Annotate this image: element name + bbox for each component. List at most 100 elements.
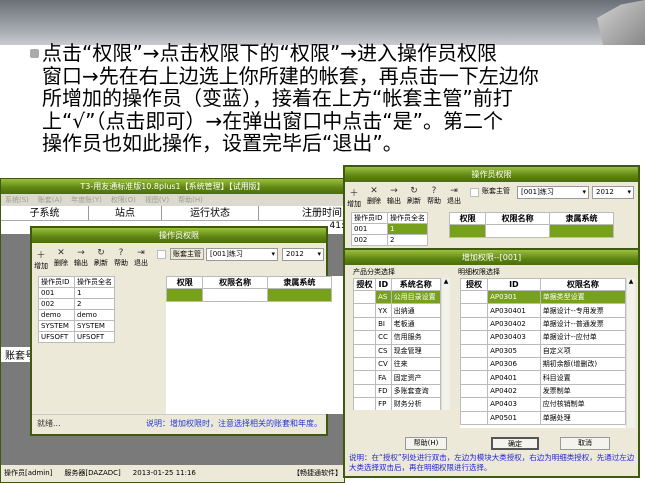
menu-item[interactable]: 帮助(H) [178, 196, 203, 204]
table-row[interactable]: 001 1 [38, 287, 115, 299]
list-item[interactable]: CV 往来 [353, 356, 442, 372]
help-button[interactable]: 帮助(H) [405, 437, 447, 450]
column-header[interactable]: 操作员ID [351, 212, 388, 224]
grant-cell[interactable] [460, 370, 489, 385]
grant-cell[interactable] [460, 356, 489, 372]
column-header[interactable]: 系统名称 [390, 278, 442, 291]
toolbar-help-button[interactable]: ? 帮助 [114, 248, 128, 271]
table-row[interactable]: 001 1 [351, 223, 428, 235]
table-row[interactable]: demo demo [38, 309, 115, 321]
list-item[interactable]: AP0301 单据类型设置 [460, 289, 627, 305]
cancel-button[interactable]: 取消 [560, 437, 610, 450]
grant-cell[interactable] [353, 356, 377, 372]
toolbar-add-button[interactable]: ＋增加 [34, 248, 48, 271]
table-row[interactable] [448, 224, 614, 238]
list-item[interactable]: AP030403 单据设计--应付单 [460, 330, 627, 345]
grant-cell[interactable] [353, 383, 377, 399]
list-item[interactable]: AP030401 单据设计--专用发票 [460, 303, 627, 318]
column-header[interactable]: 权限 [165, 276, 204, 289]
grant-cell[interactable] [353, 303, 377, 318]
column-header[interactable]: 授权 [353, 278, 377, 291]
ok-button[interactable]: 确定 [491, 437, 539, 450]
grant-cell[interactable] [460, 316, 489, 332]
grant-cell[interactable] [460, 343, 489, 358]
table-row[interactable]: UFSOFT UFSOFT [38, 331, 115, 343]
menu-item[interactable]: 年度账(Y) [71, 196, 102, 204]
menu-item[interactable]: 视图(V) [145, 196, 169, 204]
list-item[interactable]: AP0501 单据处理 [460, 410, 627, 425]
list-item[interactable]: BI 老板通 [353, 316, 442, 332]
column-header[interactable]: 授权 [460, 278, 489, 291]
table-row[interactable] [165, 288, 333, 302]
menu-item[interactable]: 权限(O) [111, 196, 136, 204]
menu-item[interactable]: 账套(A) [38, 196, 62, 204]
column-header[interactable]: 操作员全名 [387, 212, 428, 224]
table-row[interactable]: 002 2 [351, 234, 428, 246]
master-checkbox[interactable] [157, 250, 166, 259]
list-item[interactable]: YX 出纳通 [353, 303, 442, 318]
master-label[interactable]: 账套主管 [482, 186, 510, 196]
col-register-time[interactable]: 注册时间 [259, 206, 344, 220]
grant-cell[interactable] [353, 343, 377, 358]
table-row[interactable]: SYSTEM SYSTEM [38, 320, 115, 332]
toolbar-export-button[interactable]: → 输出 [387, 186, 401, 209]
toolbar-label: 输出 [387, 197, 401, 205]
list-item[interactable]: CS 现金管理 [353, 343, 442, 358]
grant-cell[interactable] [353, 316, 377, 332]
grant-cell[interactable] [353, 370, 377, 385]
toolbar-export-button[interactable]: → 输出 [74, 248, 88, 271]
list-item[interactable]: AS 公用目录设置 [353, 289, 442, 305]
toolbar-delete-button[interactable]: ✕ 删除 [54, 248, 68, 271]
list-item[interactable]: AP0401 科目设置 [460, 370, 627, 385]
detail-scrollbar[interactable]: ▲ [626, 278, 635, 428]
column-header[interactable]: ID [375, 278, 392, 291]
toolbar-exit-button[interactable]: ⇥ 退出 [134, 248, 148, 271]
column-header[interactable]: 权限名称 [202, 276, 268, 289]
account-select[interactable]: [001]练习 ▾ [206, 248, 278, 261]
col-subsystem[interactable]: 子系统 [1, 206, 89, 220]
list-item[interactable]: AP0306 期初余额(增删改) [460, 356, 627, 372]
list-item[interactable]: AP0305 自定义项 [460, 343, 627, 358]
col-status[interactable]: 运行状态 [162, 206, 259, 220]
column-header[interactable]: 操作员全名 [74, 276, 115, 288]
grant-cell[interactable] [353, 289, 377, 305]
toolbar-refresh-button[interactable]: ↻ 刷新 [94, 248, 108, 271]
toolbar-add-button[interactable]: ＋增加 [347, 186, 361, 209]
account-select[interactable]: [001]练习 ▾ [517, 186, 589, 199]
header-row: 权限 权限名称 隶属系统 [165, 276, 333, 289]
grant-cell[interactable] [353, 397, 377, 410]
column-header[interactable]: 权限名称 [539, 278, 627, 291]
master-label[interactable]: 账套主管 [170, 248, 204, 260]
list-item[interactable]: FP 财务分析 [353, 397, 442, 410]
column-header[interactable]: 隶属系统 [549, 212, 614, 225]
grant-cell[interactable] [460, 289, 489, 305]
master-checkbox[interactable] [470, 188, 479, 197]
grant-cell[interactable] [460, 383, 489, 399]
list-item[interactable]: CC 信用服务 [353, 330, 442, 345]
column-header[interactable]: 操作员ID [38, 276, 75, 288]
list-item[interactable]: FA 固定资产 [353, 370, 442, 385]
grant-cell[interactable] [460, 303, 489, 318]
list-item[interactable]: AP0403 应付核销制单 [460, 397, 627, 412]
table-row[interactable]: 002 2 [38, 298, 115, 310]
toolbar-help-button[interactable]: ? 帮助 [427, 186, 441, 209]
column-header[interactable]: ID [487, 278, 541, 291]
toolbar-exit-button[interactable]: ⇥ 退出 [447, 186, 461, 209]
grant-cell[interactable] [460, 330, 489, 345]
col-site[interactable]: 站点 [89, 206, 162, 220]
column-header[interactable]: 权限 [448, 212, 487, 225]
grant-cell[interactable] [460, 397, 489, 412]
menu-item[interactable]: 系统(S) [5, 196, 29, 204]
grant-cell[interactable] [460, 410, 489, 425]
column-header[interactable]: 权限名称 [485, 212, 551, 225]
list-item[interactable]: AP0402 发票制单 [460, 383, 627, 399]
list-item[interactable]: FD 多账套查询 [353, 383, 442, 399]
year-select[interactable]: 2012 ▾ [592, 186, 634, 199]
grant-cell[interactable] [353, 330, 377, 345]
year-select[interactable]: 2012 ▾ [282, 248, 324, 261]
toolbar-refresh-button[interactable]: ↻ 刷新 [407, 186, 421, 209]
toolbar-delete-button[interactable]: ✕ 删除 [367, 186, 381, 209]
module-scrollbar[interactable]: ▲ [441, 278, 450, 410]
list-item[interactable]: AP030402 单据设计--普通发票 [460, 316, 627, 332]
column-header[interactable]: 隶属系统 [266, 276, 333, 289]
